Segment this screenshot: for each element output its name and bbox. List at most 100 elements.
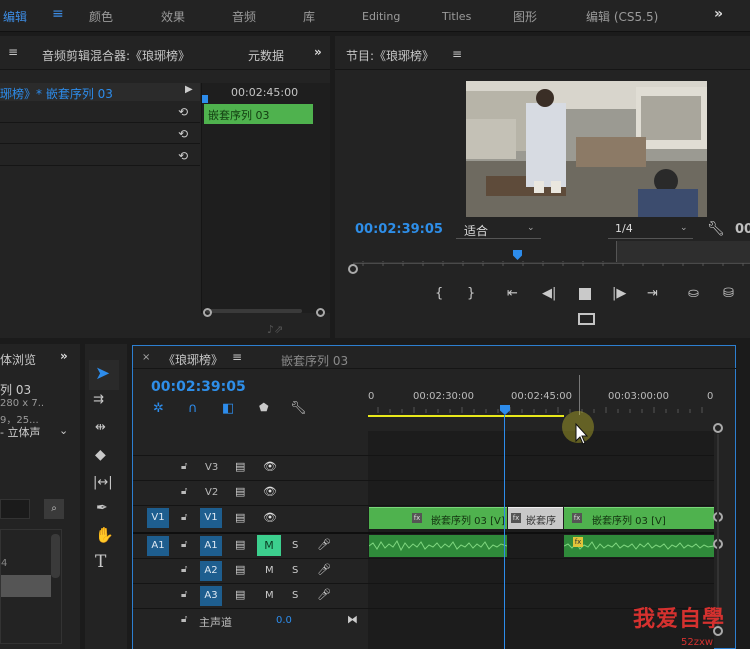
sync-lock-icon[interactable]: ▤ bbox=[235, 460, 245, 473]
lock-icon[interactable]: 🔓︎ bbox=[181, 512, 187, 523]
workspace-tab-editing[interactable]: Editing bbox=[362, 10, 400, 23]
track-target-a3[interactable]: A3 bbox=[200, 586, 222, 606]
razor-icon[interactable]: ◆ bbox=[95, 447, 106, 463]
workspace-tab-edit[interactable]: 编辑 bbox=[3, 8, 27, 25]
sync-lock-icon[interactable]: ▤ bbox=[235, 588, 245, 601]
project-overflow-icon[interactable]: » bbox=[60, 349, 68, 363]
panel-overflow-icon[interactable]: » bbox=[314, 45, 322, 59]
microphone-icon[interactable]: 🎤︎ bbox=[317, 588, 331, 601]
tab-timeline-active[interactable]: 《琅琊榜》 bbox=[163, 351, 223, 368]
reset-icon[interactable]: ⟲ bbox=[178, 149, 188, 163]
monitor-title[interactable]: 节目:《琅琊榜》 bbox=[346, 47, 434, 64]
source-patch-a1[interactable]: A1 bbox=[147, 536, 169, 556]
track-target-a1[interactable]: A1 bbox=[200, 536, 222, 556]
resolution-dropdown[interactable]: 1/4 ⌄ bbox=[608, 221, 693, 239]
solo-button-a3[interactable]: S bbox=[292, 590, 298, 601]
monitor-scroll-handle[interactable] bbox=[348, 264, 358, 274]
solo-button-a2[interactable]: S bbox=[292, 565, 298, 576]
lift-icon[interactable]: ⛀ bbox=[688, 286, 699, 301]
eye-icon[interactable]: 👁︎ bbox=[263, 485, 277, 498]
lock-icon[interactable]: 🔓︎ bbox=[181, 564, 187, 575]
timeline-ruler[interactable]: 0 00:02:30:00 00:02:45:00 00:03:00:00 0 bbox=[368, 371, 714, 421]
vertical-scroll-handle[interactable] bbox=[713, 423, 723, 433]
lock-icon[interactable]: 🔓︎ bbox=[181, 589, 187, 600]
audio-export-icon[interactable]: ♪⇗ bbox=[267, 323, 283, 336]
extract-icon[interactable]: ⛁ bbox=[723, 286, 734, 301]
microphone-icon[interactable]: 🎤︎ bbox=[317, 538, 331, 551]
timeline-timecode[interactable]: 00:02:39:05 bbox=[151, 379, 246, 395]
microphone-icon[interactable]: 🎤︎ bbox=[317, 563, 331, 576]
go-to-in-icon[interactable]: ⇤ bbox=[507, 286, 518, 301]
scroll-handle-right[interactable] bbox=[316, 308, 325, 317]
sync-lock-icon[interactable]: ▤ bbox=[235, 563, 245, 576]
close-icon[interactable]: × bbox=[142, 352, 150, 363]
monitor-menu-icon[interactable]: ≡ bbox=[452, 47, 462, 61]
project-search-input[interactable] bbox=[0, 499, 30, 519]
mini-scrollbar[interactable] bbox=[206, 309, 302, 313]
vertical-scroll-track[interactable] bbox=[717, 434, 719, 626]
step-back-icon[interactable]: ◀| bbox=[542, 286, 556, 301]
workspace-tab-color[interactable]: 颜色 bbox=[89, 8, 113, 25]
search-icon[interactable]: ⌕ bbox=[44, 499, 64, 519]
track-label-v2[interactable]: V2 bbox=[205, 487, 218, 498]
sync-lock-icon[interactable]: ▤ bbox=[235, 538, 245, 551]
video-clip-3[interactable]: fx 嵌套序列 03 [V] bbox=[564, 507, 714, 529]
wrench-icon[interactable]: 🔧︎ bbox=[707, 221, 725, 237]
slip-icon[interactable]: |↔| bbox=[93, 475, 113, 490]
reset-icon[interactable]: ⟲ bbox=[178, 127, 188, 141]
linked-selection-icon[interactable]: ◧ bbox=[222, 401, 234, 416]
project-list-item-selected[interactable] bbox=[1, 575, 51, 597]
track-select-icon[interactable]: ⇉ bbox=[93, 392, 104, 407]
chevron-down-icon[interactable]: ⌄ bbox=[59, 424, 68, 437]
type-tool-icon[interactable]: T bbox=[95, 552, 106, 572]
source-patch-v1[interactable]: V1 bbox=[147, 508, 169, 528]
project-item-name[interactable]: 列 03 bbox=[0, 381, 31, 398]
timeline-menu-icon[interactable]: ≡ bbox=[232, 350, 242, 364]
tab-audio-clip-mixer[interactable]: 音频剪辑混合器:《琅琊榜》 bbox=[42, 47, 190, 64]
workspace-tab-titles[interactable]: Titles bbox=[442, 10, 471, 23]
mini-playhead[interactable] bbox=[202, 95, 208, 103]
ripple-edit-icon[interactable]: ⇹ bbox=[95, 420, 106, 435]
tab-nested-sequence[interactable]: 嵌套序列 03 bbox=[281, 352, 348, 369]
mark-out-icon[interactable]: } bbox=[467, 286, 475, 301]
scroll-handle-left[interactable] bbox=[203, 308, 212, 317]
snap-icon[interactable]: ∩ bbox=[188, 401, 198, 416]
workspace-tab-library[interactable]: 库 bbox=[303, 8, 315, 25]
lock-icon[interactable]: 🔓︎ bbox=[181, 539, 187, 550]
eye-icon[interactable]: 👁︎ bbox=[263, 511, 277, 524]
track-target-a2[interactable]: A2 bbox=[200, 561, 222, 581]
reset-icon[interactable]: ⟲ bbox=[178, 105, 188, 119]
hand-icon[interactable]: ✋ bbox=[95, 526, 114, 544]
project-panel-title[interactable]: 体浏览 bbox=[0, 351, 36, 368]
add-marker-icon[interactable]: ⬟ bbox=[259, 401, 269, 414]
stop-icon[interactable] bbox=[579, 288, 591, 300]
project-item-audio[interactable]: - 立体声 bbox=[0, 424, 40, 440]
mute-button-a1[interactable]: M bbox=[257, 535, 281, 556]
track-label-v3[interactable]: V3 bbox=[205, 462, 218, 473]
mute-button-a2[interactable]: M bbox=[265, 565, 274, 576]
mini-clip[interactable]: 嵌套序列 03 bbox=[204, 104, 313, 124]
go-to-out-icon[interactable]: ⇥ bbox=[647, 286, 658, 301]
selection-tool-icon[interactable]: ➤ bbox=[95, 363, 110, 384]
workspace-tab-edit-cs55[interactable]: 编辑 (CS5.5) bbox=[586, 8, 658, 25]
audio-clip-2[interactable]: fx bbox=[563, 535, 715, 557]
fit-dropdown[interactable]: 适合 ⌄ bbox=[456, 221, 541, 239]
workspace-tab-graphics[interactable]: 图形 bbox=[513, 8, 537, 25]
lock-icon[interactable]: 🔓︎ bbox=[181, 614, 187, 625]
timeline-wrench-icon[interactable]: 🔧︎ bbox=[290, 401, 307, 416]
video-clip-1[interactable]: fx 嵌套序列 03 [V] bbox=[369, 507, 507, 529]
mark-in-icon[interactable]: { bbox=[435, 286, 443, 301]
solo-button-a1[interactable]: S bbox=[292, 540, 298, 551]
mute-button-a3[interactable]: M bbox=[265, 590, 274, 601]
lock-icon[interactable]: 🔓︎ bbox=[181, 461, 187, 472]
tab-metadata[interactable]: 元数据 bbox=[248, 47, 284, 64]
pen-icon[interactable]: ✒ bbox=[96, 500, 108, 516]
eye-icon[interactable]: 👁︎ bbox=[263, 460, 277, 473]
work-area-bar[interactable] bbox=[368, 415, 564, 417]
workspace-menu-icon[interactable]: ≡ bbox=[52, 6, 64, 22]
master-volume-value[interactable]: 0.0 bbox=[276, 615, 292, 626]
master-expand-icon[interactable]: ⧓ bbox=[347, 613, 358, 626]
sync-lock-icon[interactable]: ▤ bbox=[235, 485, 245, 498]
workspace-tab-audio[interactable]: 音频 bbox=[232, 8, 256, 25]
sync-lock-icon[interactable]: ▤ bbox=[235, 511, 245, 524]
